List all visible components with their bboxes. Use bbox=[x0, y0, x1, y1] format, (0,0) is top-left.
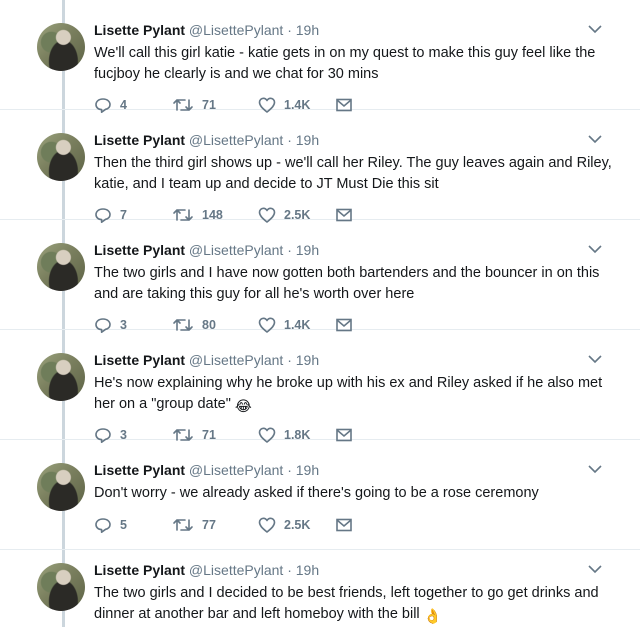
avatar[interactable] bbox=[37, 463, 85, 511]
like-button[interactable]: 2.5K bbox=[258, 515, 310, 535]
tweet[interactable]: Lisette Pylant @LisettePylant · 19h The … bbox=[0, 540, 640, 627]
tweet-header: Lisette Pylant @LisettePylant · 19h bbox=[94, 131, 319, 149]
tweet-text: He's now explaining why he broke up with… bbox=[94, 373, 614, 418]
separator-dot: · bbox=[287, 22, 292, 38]
envelope-icon bbox=[336, 518, 352, 532]
author-handle[interactable]: @LisettePylant bbox=[189, 462, 283, 478]
separator-dot: · bbox=[287, 352, 292, 368]
tweet-text: We'll call this girl katie - katie gets … bbox=[94, 45, 596, 82]
separator-dot: · bbox=[287, 462, 292, 478]
tweet-text: Then the third girl shows up - we'll cal… bbox=[94, 155, 612, 192]
tweet[interactable]: Lisette Pylant @LisettePylant · 19h Don'… bbox=[0, 440, 640, 550]
tweet-header: Lisette Pylant @LisettePylant · 19h bbox=[94, 561, 319, 579]
tweet[interactable]: Lisette Pylant @LisettePylant · 19h Then… bbox=[0, 110, 640, 223]
author-handle[interactable]: @LisettePylant bbox=[189, 22, 283, 38]
tears-of-joy-emoji: 😂 bbox=[234, 399, 252, 415]
timestamp[interactable]: 19h bbox=[296, 132, 319, 148]
timestamp[interactable]: 19h bbox=[296, 242, 319, 258]
separator-dot: · bbox=[287, 132, 292, 148]
tweet-header: Lisette Pylant @LisettePylant · 19h bbox=[94, 241, 319, 259]
avatar[interactable] bbox=[37, 563, 85, 611]
author-name[interactable]: Lisette Pylant bbox=[94, 132, 185, 148]
tweet-header: Lisette Pylant @LisettePylant · 19h bbox=[94, 21, 319, 39]
tweet[interactable]: Lisette Pylant @LisettePylant · 19h He's… bbox=[0, 330, 640, 443]
reply-button[interactable]: 5 bbox=[94, 515, 127, 535]
timestamp[interactable]: 19h bbox=[296, 462, 319, 478]
avatar[interactable] bbox=[37, 353, 85, 401]
chevron-down-icon[interactable] bbox=[588, 24, 602, 34]
reply-icon bbox=[95, 518, 111, 533]
author-handle[interactable]: @LisettePylant bbox=[189, 562, 283, 578]
tweet-text: Don't worry - we already asked if there'… bbox=[94, 485, 539, 501]
retweet-count: 77 bbox=[202, 518, 216, 532]
chevron-down-icon[interactable] bbox=[588, 354, 602, 364]
ok-hand-emoji: 👌 bbox=[423, 609, 442, 625]
author-name[interactable]: Lisette Pylant bbox=[94, 242, 185, 258]
separator-dot: · bbox=[287, 242, 292, 258]
chevron-down-icon[interactable] bbox=[588, 564, 602, 574]
heart-icon bbox=[258, 517, 276, 533]
avatar[interactable] bbox=[37, 23, 85, 71]
reply-count: 5 bbox=[120, 518, 127, 532]
author-name[interactable]: Lisette Pylant bbox=[94, 22, 185, 38]
avatar[interactable] bbox=[37, 133, 85, 181]
author-name[interactable]: Lisette Pylant bbox=[94, 462, 185, 478]
chevron-down-icon[interactable] bbox=[588, 464, 602, 474]
tweet[interactable]: Lisette Pylant @LisettePylant · 19h We'l… bbox=[0, 0, 640, 113]
author-handle[interactable]: @LisettePylant bbox=[189, 132, 283, 148]
timestamp[interactable]: 19h bbox=[296, 562, 319, 578]
separator-dot: · bbox=[287, 562, 292, 578]
author-name[interactable]: Lisette Pylant bbox=[94, 352, 185, 368]
author-handle[interactable]: @LisettePylant bbox=[189, 352, 283, 368]
author-handle[interactable]: @LisettePylant bbox=[189, 242, 283, 258]
chevron-down-icon[interactable] bbox=[588, 244, 602, 254]
tweet-thread: Lisette Pylant @LisettePylant · 19h We'l… bbox=[0, 0, 640, 627]
chevron-down-icon[interactable] bbox=[588, 134, 602, 144]
avatar[interactable] bbox=[37, 243, 85, 291]
timestamp[interactable]: 19h bbox=[296, 22, 319, 38]
tweet[interactable]: Lisette Pylant @LisettePylant · 19h The … bbox=[0, 220, 640, 333]
tweet-text: The two girls and I have now gotten both… bbox=[94, 265, 600, 302]
timestamp[interactable]: 19h bbox=[296, 352, 319, 368]
retweet-button[interactable]: 77 bbox=[172, 515, 216, 535]
author-name[interactable]: Lisette Pylant bbox=[94, 562, 185, 578]
tweet-header: Lisette Pylant @LisettePylant · 19h bbox=[94, 351, 319, 369]
tweet-text: The two girls and I decided to be best f… bbox=[94, 583, 614, 628]
direct-message-button[interactable] bbox=[335, 515, 353, 535]
retweet-icon bbox=[173, 519, 193, 531]
tweet-actions: 5 77 2.5K bbox=[94, 515, 394, 535]
tweet-header: Lisette Pylant @LisettePylant · 19h bbox=[94, 461, 319, 479]
like-count: 2.5K bbox=[284, 518, 311, 532]
